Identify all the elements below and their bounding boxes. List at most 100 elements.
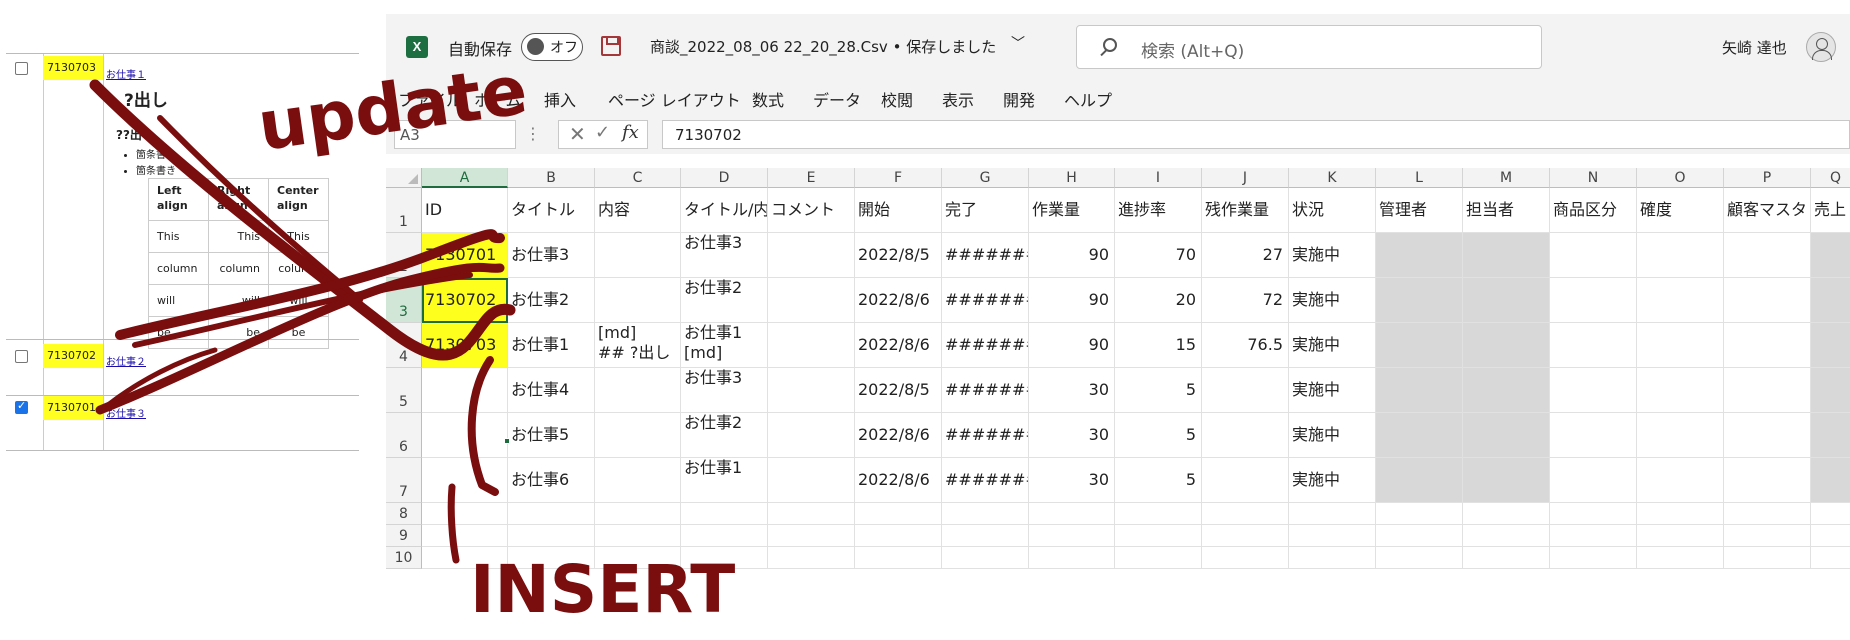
cell-c7[interactable] bbox=[595, 458, 681, 503]
cell-c9[interactable] bbox=[595, 525, 681, 547]
cell-m9[interactable] bbox=[1463, 525, 1550, 547]
column-header-q[interactable]: Q bbox=[1811, 168, 1850, 188]
cell-k1[interactable]: 状況 bbox=[1289, 188, 1376, 233]
cell-j7[interactable] bbox=[1202, 458, 1289, 503]
cell-n5[interactable] bbox=[1550, 368, 1637, 413]
cell-b4[interactable]: お仕事1 bbox=[508, 323, 595, 368]
column-header-n[interactable]: N bbox=[1550, 168, 1637, 188]
cell-n3[interactable] bbox=[1550, 278, 1637, 323]
cell-o1[interactable]: 確度 bbox=[1637, 188, 1724, 233]
cell-h10[interactable] bbox=[1029, 547, 1115, 569]
cell-e5[interactable] bbox=[768, 368, 855, 413]
insert-function-icon[interactable]: fx bbox=[622, 122, 639, 143]
cell-f4[interactable]: 2022/8/6 bbox=[855, 323, 942, 368]
cell-f7[interactable]: 2022/8/6 bbox=[855, 458, 942, 503]
cell-p8[interactable] bbox=[1724, 503, 1811, 525]
cell-a9[interactable] bbox=[422, 525, 508, 547]
cell-d6[interactable]: お仕事2 bbox=[681, 413, 768, 458]
row-checkbox[interactable] bbox=[15, 350, 28, 363]
cell-h6[interactable]: 30 bbox=[1029, 413, 1115, 458]
cell-p9[interactable] bbox=[1724, 525, 1811, 547]
cell-i5[interactable]: 5 bbox=[1115, 368, 1202, 413]
cell-o8[interactable] bbox=[1637, 503, 1724, 525]
row-header-6[interactable]: 6 bbox=[386, 413, 422, 458]
cell-c1[interactable]: 内容 bbox=[595, 188, 681, 233]
cell-k8[interactable] bbox=[1289, 503, 1376, 525]
tab-home[interactable]: ホーム bbox=[474, 87, 522, 111]
cell-l4[interactable] bbox=[1376, 323, 1463, 368]
cell-q2[interactable] bbox=[1811, 233, 1850, 278]
tab-formulas[interactable]: 数式 bbox=[752, 87, 784, 111]
cell-h8[interactable] bbox=[1029, 503, 1115, 525]
cell-b7[interactable]: お仕事6 bbox=[508, 458, 595, 503]
cell-o5[interactable] bbox=[1637, 368, 1724, 413]
cell-a7[interactable] bbox=[422, 458, 508, 503]
cell-e9[interactable] bbox=[768, 525, 855, 547]
cell-m4[interactable] bbox=[1463, 323, 1550, 368]
cell-k10[interactable] bbox=[1289, 547, 1376, 569]
cell-m10[interactable] bbox=[1463, 547, 1550, 569]
cell-p3[interactable] bbox=[1724, 278, 1811, 323]
cell-d1[interactable]: タイトル/内容 bbox=[681, 188, 768, 233]
cell-g2[interactable]: ######## bbox=[942, 233, 1029, 278]
cell-n7[interactable] bbox=[1550, 458, 1637, 503]
cell-j9[interactable] bbox=[1202, 525, 1289, 547]
cell-q8[interactable] bbox=[1811, 503, 1850, 525]
column-header-a[interactable]: A bbox=[422, 168, 508, 188]
cell-o9[interactable] bbox=[1637, 525, 1724, 547]
cell-c2[interactable] bbox=[595, 233, 681, 278]
cell-e2[interactable] bbox=[768, 233, 855, 278]
cell-m2[interactable] bbox=[1463, 233, 1550, 278]
cell-m3[interactable] bbox=[1463, 278, 1550, 323]
cell-l7[interactable] bbox=[1376, 458, 1463, 503]
cell-p7[interactable] bbox=[1724, 458, 1811, 503]
cell-o6[interactable] bbox=[1637, 413, 1724, 458]
column-header-d[interactable]: D bbox=[681, 168, 768, 188]
cell-f3[interactable]: 2022/8/6 bbox=[855, 278, 942, 323]
cell-b2[interactable]: お仕事3 bbox=[508, 233, 595, 278]
cell-k3[interactable]: 実施中 bbox=[1289, 278, 1376, 323]
cell-e4[interactable] bbox=[768, 323, 855, 368]
cell-i4[interactable]: 15 bbox=[1115, 323, 1202, 368]
column-header-l[interactable]: L bbox=[1376, 168, 1463, 188]
cell-q9[interactable] bbox=[1811, 525, 1850, 547]
cell-o2[interactable] bbox=[1637, 233, 1724, 278]
cell-b3[interactable]: お仕事2 bbox=[508, 278, 595, 323]
cell-f10[interactable] bbox=[855, 547, 942, 569]
cell-i1[interactable]: 進捗率 bbox=[1115, 188, 1202, 233]
cell-p1[interactable]: 顧客マスタ bbox=[1724, 188, 1811, 233]
cell-k5[interactable]: 実施中 bbox=[1289, 368, 1376, 413]
cell-p10[interactable] bbox=[1724, 547, 1811, 569]
cell-b8[interactable] bbox=[508, 503, 595, 525]
cell-a4[interactable]: 7130703 bbox=[422, 323, 508, 368]
cell-j10[interactable] bbox=[1202, 547, 1289, 569]
cell-h4[interactable]: 90 bbox=[1029, 323, 1115, 368]
row-header-4[interactable]: 4 bbox=[386, 323, 422, 368]
cell-f1[interactable]: 開始 bbox=[855, 188, 942, 233]
cell-c6[interactable] bbox=[595, 413, 681, 458]
cell-l1[interactable]: 管理者 bbox=[1376, 188, 1463, 233]
cell-g4[interactable]: ######## bbox=[942, 323, 1029, 368]
cell-p2[interactable] bbox=[1724, 233, 1811, 278]
row-header-1[interactable]: 1 bbox=[386, 188, 422, 233]
cell-o3[interactable] bbox=[1637, 278, 1724, 323]
column-header-c[interactable]: C bbox=[595, 168, 681, 188]
cell-o7[interactable] bbox=[1637, 458, 1724, 503]
row-checkbox[interactable] bbox=[15, 62, 28, 75]
row-title-link[interactable]: お仕事２ bbox=[106, 353, 146, 368]
column-header-f[interactable]: F bbox=[855, 168, 942, 188]
cell-o4[interactable] bbox=[1637, 323, 1724, 368]
row-header-10[interactable]: 10 bbox=[386, 547, 422, 569]
cell-k9[interactable] bbox=[1289, 525, 1376, 547]
cell-i3[interactable]: 20 bbox=[1115, 278, 1202, 323]
cell-c10[interactable] bbox=[595, 547, 681, 569]
cell-h2[interactable]: 90 bbox=[1029, 233, 1115, 278]
cell-q3[interactable] bbox=[1811, 278, 1850, 323]
column-header-j[interactable]: J bbox=[1202, 168, 1289, 188]
cell-h7[interactable]: 30 bbox=[1029, 458, 1115, 503]
cell-q10[interactable] bbox=[1811, 547, 1850, 569]
column-header-h[interactable]: H bbox=[1029, 168, 1115, 188]
tab-review[interactable]: 校閲 bbox=[881, 87, 913, 111]
cell-m6[interactable] bbox=[1463, 413, 1550, 458]
cell-g6[interactable]: ######## bbox=[942, 413, 1029, 458]
